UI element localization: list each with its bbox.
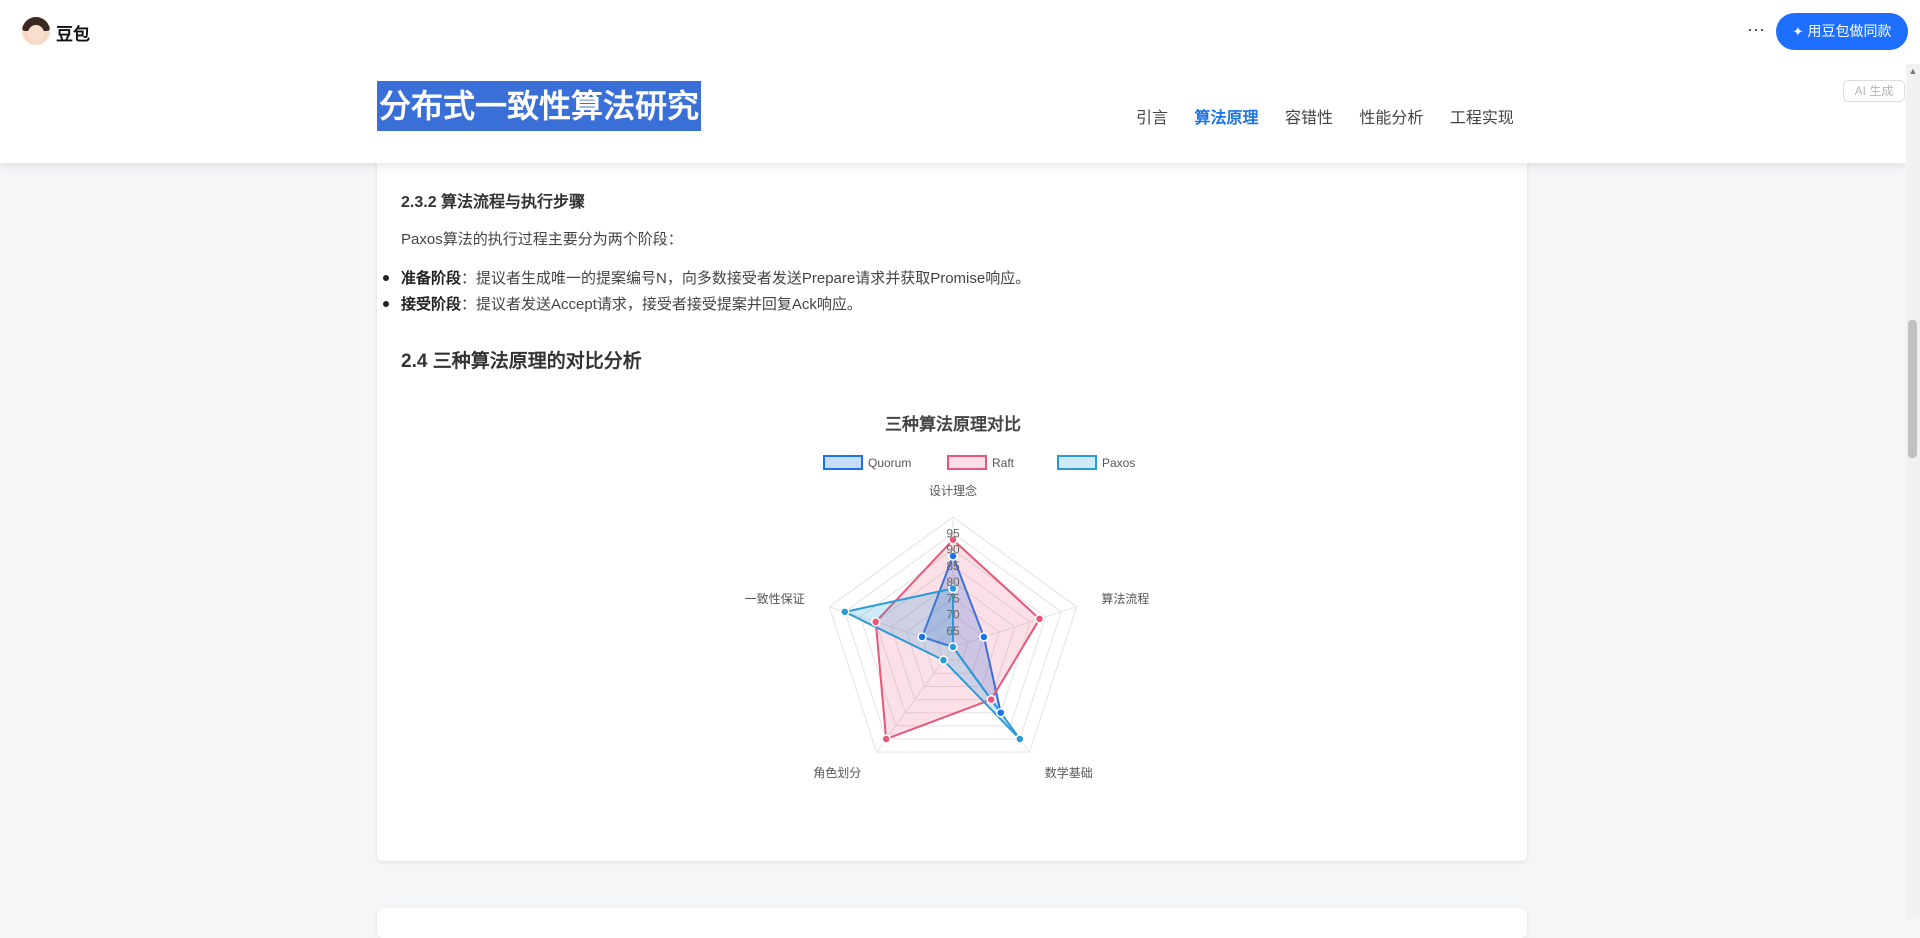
tick-label: 65 xyxy=(946,624,960,638)
tick-label: 95 xyxy=(946,526,960,540)
tick-label: 90 xyxy=(946,543,960,557)
make-same-button[interactable]: ✦ 用豆包做同款 xyxy=(1776,13,1908,50)
data-point-paxos xyxy=(938,655,949,665)
tick-label: 75 xyxy=(946,591,960,605)
data-point-quorum xyxy=(996,707,1006,718)
nav-item-fault-tolerance[interactable]: 容错性 xyxy=(1285,104,1333,128)
app-logo-avatar[interactable] xyxy=(22,17,50,45)
more-options-button[interactable]: ··· xyxy=(1742,16,1770,44)
scrollbar-thumb[interactable] xyxy=(1908,320,1917,458)
legend-label-raft: Raft xyxy=(992,456,1015,470)
nav-item-principles[interactable]: 算法原理 xyxy=(1194,104,1258,128)
data-point-raft xyxy=(870,617,881,627)
nav-item-intro[interactable]: 引言 xyxy=(1136,104,1168,128)
app-bar: 豆包 ··· ✦ 用豆包做同款 xyxy=(0,0,1920,64)
data-point-quorum xyxy=(917,632,927,642)
axis-label: 一致性保证 xyxy=(745,592,805,606)
chart-title: 三种算法原理对比 xyxy=(885,414,1021,434)
axis-label: 数学基础 xyxy=(1045,765,1093,780)
page-title[interactable]: 分布式一致性算法研究 xyxy=(377,81,702,131)
app-name: 豆包 xyxy=(56,25,90,44)
axis-label: 角色划分 xyxy=(813,766,861,780)
data-point-raft xyxy=(1034,614,1045,624)
scroll-up-arrow-icon[interactable]: ▲ xyxy=(1906,64,1920,78)
tick-label: 85 xyxy=(946,559,960,573)
radar-chart: 三种算法原理对比 Quorum Raft Paxos 65 70 75 80 85 90 95 设计理… xyxy=(745,414,1150,780)
data-point-paxos xyxy=(840,607,850,617)
axis-label: 设计理念 xyxy=(929,483,977,498)
ai-generated-badge: AI 生成 xyxy=(1843,80,1905,102)
nav-item-performance[interactable]: 性能分析 xyxy=(1359,104,1423,128)
data-point-raft xyxy=(986,694,996,705)
axis-label: 算法流程 xyxy=(1101,591,1149,606)
scrollbar-track[interactable] xyxy=(1906,64,1920,919)
sparkle-icon: ✦ xyxy=(1792,24,1804,39)
legend-swatch-paxos xyxy=(1057,455,1097,470)
section-nav: 引言 算法原理 容错性 性能分析 工程实现 xyxy=(1136,104,1536,128)
legend-label-quorum: Quorum xyxy=(868,456,911,470)
document-header: 分布式一致性算法研究 引言 算法原理 容错性 性能分析 工程实现 AI 生成 xyxy=(0,64,1906,163)
tick-label: 70 xyxy=(946,608,960,622)
tick-label: 80 xyxy=(946,575,960,589)
legend-label-paxos: Paxos xyxy=(1102,456,1135,470)
content-card: 2.3.2 算法流程与执行步骤 Paxos算法的执行过程主要分为两个阶段： 准备… xyxy=(377,150,1527,861)
data-point-quorum xyxy=(979,632,989,642)
legend-swatch-quorum xyxy=(823,455,863,470)
legend-swatch-raft xyxy=(947,455,987,470)
nav-item-engineering[interactable]: 工程实现 xyxy=(1450,104,1514,128)
data-point-paxos xyxy=(948,642,958,652)
data-point-raft xyxy=(881,734,891,744)
next-content-card xyxy=(377,908,1527,938)
data-point-paxos xyxy=(1015,734,1025,744)
